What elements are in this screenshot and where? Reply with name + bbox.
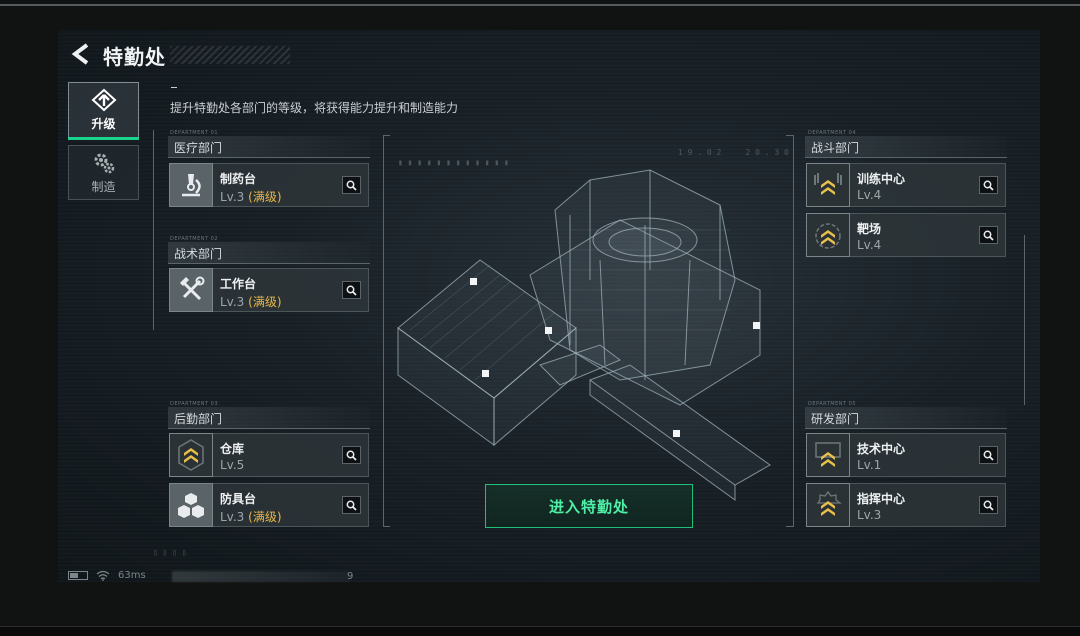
guide-line	[383, 526, 390, 527]
card-training[interactable]: 训练中心 Lv.4	[806, 163, 1006, 207]
inspect-button[interactable]	[979, 446, 998, 464]
status-bar: 63ms	[68, 570, 146, 581]
tab-craft[interactable]: 制造	[68, 145, 139, 200]
redacted-info-tail: 9	[347, 571, 354, 582]
card-level: Lv.3	[220, 295, 245, 309]
tab-upgrade[interactable]: 升级	[68, 82, 139, 140]
guide-line	[383, 135, 390, 136]
chevron-left-icon	[71, 43, 89, 65]
guide-line	[786, 135, 793, 136]
bottom-border	[0, 626, 1080, 636]
max-level-badge: (满级)	[248, 510, 282, 524]
card-armor[interactable]: 防具台 Lv.3 (满级)	[169, 483, 369, 527]
base-wireframe-model	[397, 169, 771, 501]
search-icon	[346, 450, 357, 461]
rank-chevrons-icon	[806, 213, 850, 257]
enter-special-ops-button[interactable]: 进入特勤处	[485, 484, 693, 528]
top-border	[0, 4, 1080, 6]
inspect-button[interactable]	[979, 496, 998, 514]
microscope-icon	[169, 163, 213, 207]
guide-line	[1024, 235, 1025, 405]
ping-readout: 63ms	[118, 570, 146, 581]
section-research: 研发部门	[805, 407, 1007, 429]
search-icon	[983, 180, 994, 191]
hammer-wrench-icon	[169, 268, 213, 312]
redacted-info	[172, 571, 350, 582]
inspect-button[interactable]	[342, 281, 361, 299]
title-decoration	[170, 46, 290, 64]
card-range[interactable]: 靶场 Lv.4	[806, 213, 1006, 257]
subtitle-dash	[171, 87, 177, 88]
inspect-button[interactable]	[979, 176, 998, 194]
search-icon	[983, 230, 994, 241]
guide-line	[786, 526, 793, 527]
page-subtitle: 提升特勤处各部门的等级，将获得能力提升和制造能力	[170, 101, 459, 115]
tab-upgrade-label: 升级	[91, 117, 116, 131]
card-tech[interactable]: 技术中心 Lv.1	[806, 433, 1006, 477]
search-icon	[983, 450, 994, 461]
rank-chevrons-icon	[806, 163, 850, 207]
section-combat: 战斗部门	[805, 136, 1007, 158]
inspect-button[interactable]	[342, 176, 361, 194]
guide-line	[383, 135, 384, 527]
back-button[interactable]	[70, 40, 92, 68]
rank-chevrons-icon	[806, 483, 850, 527]
max-level-badge: (满级)	[248, 190, 282, 204]
battery-icon	[68, 571, 88, 580]
cubes-icon	[169, 483, 213, 527]
inspect-button[interactable]	[342, 446, 361, 464]
page-title: 特勤处	[103, 45, 166, 69]
max-level-badge: (满级)	[248, 295, 282, 309]
wifi-icon	[96, 570, 110, 581]
card-workbench[interactable]: 工作台 Lv.3 (满级)	[169, 268, 369, 312]
card-warehouse[interactable]: 仓库 Lv.5	[169, 433, 369, 477]
search-icon	[983, 500, 994, 511]
search-icon	[346, 500, 357, 511]
inspect-button[interactable]	[979, 226, 998, 244]
section-logistics: 后勤部门	[168, 407, 370, 429]
rank-chevrons-icon	[806, 433, 850, 477]
guide-line	[153, 130, 154, 330]
card-level: Lv.3	[220, 190, 245, 204]
card-level: Lv.3	[220, 510, 245, 524]
section-medical: 医疗部门	[168, 136, 370, 158]
search-icon	[346, 180, 357, 191]
guide-line	[793, 135, 794, 527]
search-icon	[346, 285, 357, 296]
inspect-button[interactable]	[342, 496, 361, 514]
section-tactical: 战术部门	[168, 242, 370, 264]
upgrade-icon	[91, 88, 116, 112]
card-command[interactable]: 指挥中心 Lv.3	[806, 483, 1006, 527]
rank-chevrons-icon	[169, 433, 213, 477]
gears-icon	[94, 153, 114, 173]
tab-craft-label: 制造	[91, 179, 116, 194]
card-pharmacy[interactable]: 制药台 Lv.3 (满级)	[169, 163, 369, 207]
